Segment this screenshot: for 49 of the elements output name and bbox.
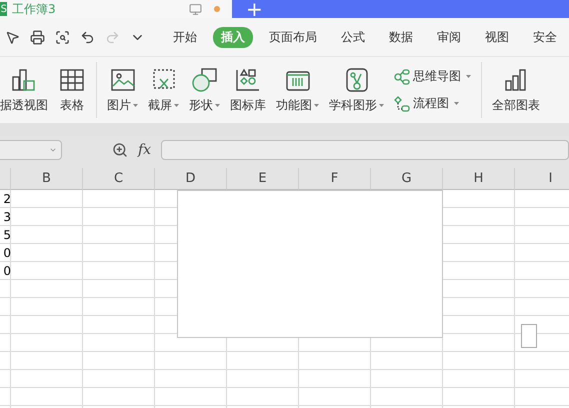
ribbon-button[interactable]: 图片	[107, 66, 138, 114]
ribbon-button[interactable]: 据透视图	[0, 66, 48, 114]
preview-icon[interactable]	[55, 30, 70, 44]
ribbon-button[interactable]: 图标库	[230, 66, 266, 114]
ribbon-button[interactable]: 形状	[189, 66, 220, 114]
ribbon-button[interactable]: 思维导图	[394, 68, 471, 85]
function-label[interactable]: fx	[138, 142, 152, 158]
menu-tab[interactable]: 公式	[333, 26, 373, 48]
monitor-icon[interactable]	[189, 2, 202, 16]
status-dot	[214, 6, 220, 12]
table-cell-text: 2	[2, 191, 11, 208]
ribbon-button[interactable]: 表格	[58, 66, 86, 114]
ribbon-button[interactable]: 功能图	[276, 66, 319, 114]
app-logo: S	[0, 2, 7, 16]
table-icon	[58, 66, 86, 92]
ribbon-button[interactable]: 全部图表	[492, 66, 540, 114]
column-header[interactable]: F	[299, 168, 371, 190]
table-cell-text: 0	[2, 245, 11, 262]
column-header[interactable]: B	[11, 168, 83, 190]
ribbon-button[interactable]: 流程图	[394, 95, 471, 112]
zoom-icon[interactable]	[112, 142, 128, 158]
mind-map-icon	[394, 68, 410, 84]
undo-icon[interactable]	[80, 30, 95, 44]
menu-tab[interactable]: 页面布局	[261, 26, 325, 48]
menu-tab[interactable]: 视图	[477, 26, 517, 48]
new-tab-button[interactable]: +	[232, 0, 569, 18]
formula-input[interactable]	[161, 140, 569, 160]
column-header[interactable]: G	[371, 168, 443, 190]
table-cell-text: 0	[2, 263, 11, 280]
column-header[interactable]: I	[515, 168, 569, 190]
menu-tab[interactable]: 安全	[525, 26, 565, 48]
menu-tab[interactable]: 开始	[165, 26, 205, 48]
menu-tab[interactable]: 数据	[381, 26, 421, 48]
icon-library-icon	[234, 66, 262, 92]
ribbon-button[interactable]: 截屏	[148, 66, 179, 114]
column-header[interactable]: E	[227, 168, 299, 190]
flowchart-icon	[394, 96, 410, 112]
small-frame	[521, 324, 537, 348]
menu-tab[interactable]: 审阅	[429, 26, 469, 48]
table-cell-text: 3	[2, 209, 11, 226]
column-header[interactable]: C	[83, 168, 155, 190]
shapes-icon	[190, 66, 218, 92]
printer-icon[interactable]	[30, 30, 45, 44]
pointer-icon[interactable]	[5, 30, 20, 44]
column-header[interactable]: H	[443, 168, 515, 190]
ribbon-button[interactable]: 学科图形	[329, 66, 384, 114]
image-icon	[108, 66, 136, 92]
column-header[interactable]: D	[155, 168, 227, 190]
table-cell-text: 5	[2, 227, 11, 244]
